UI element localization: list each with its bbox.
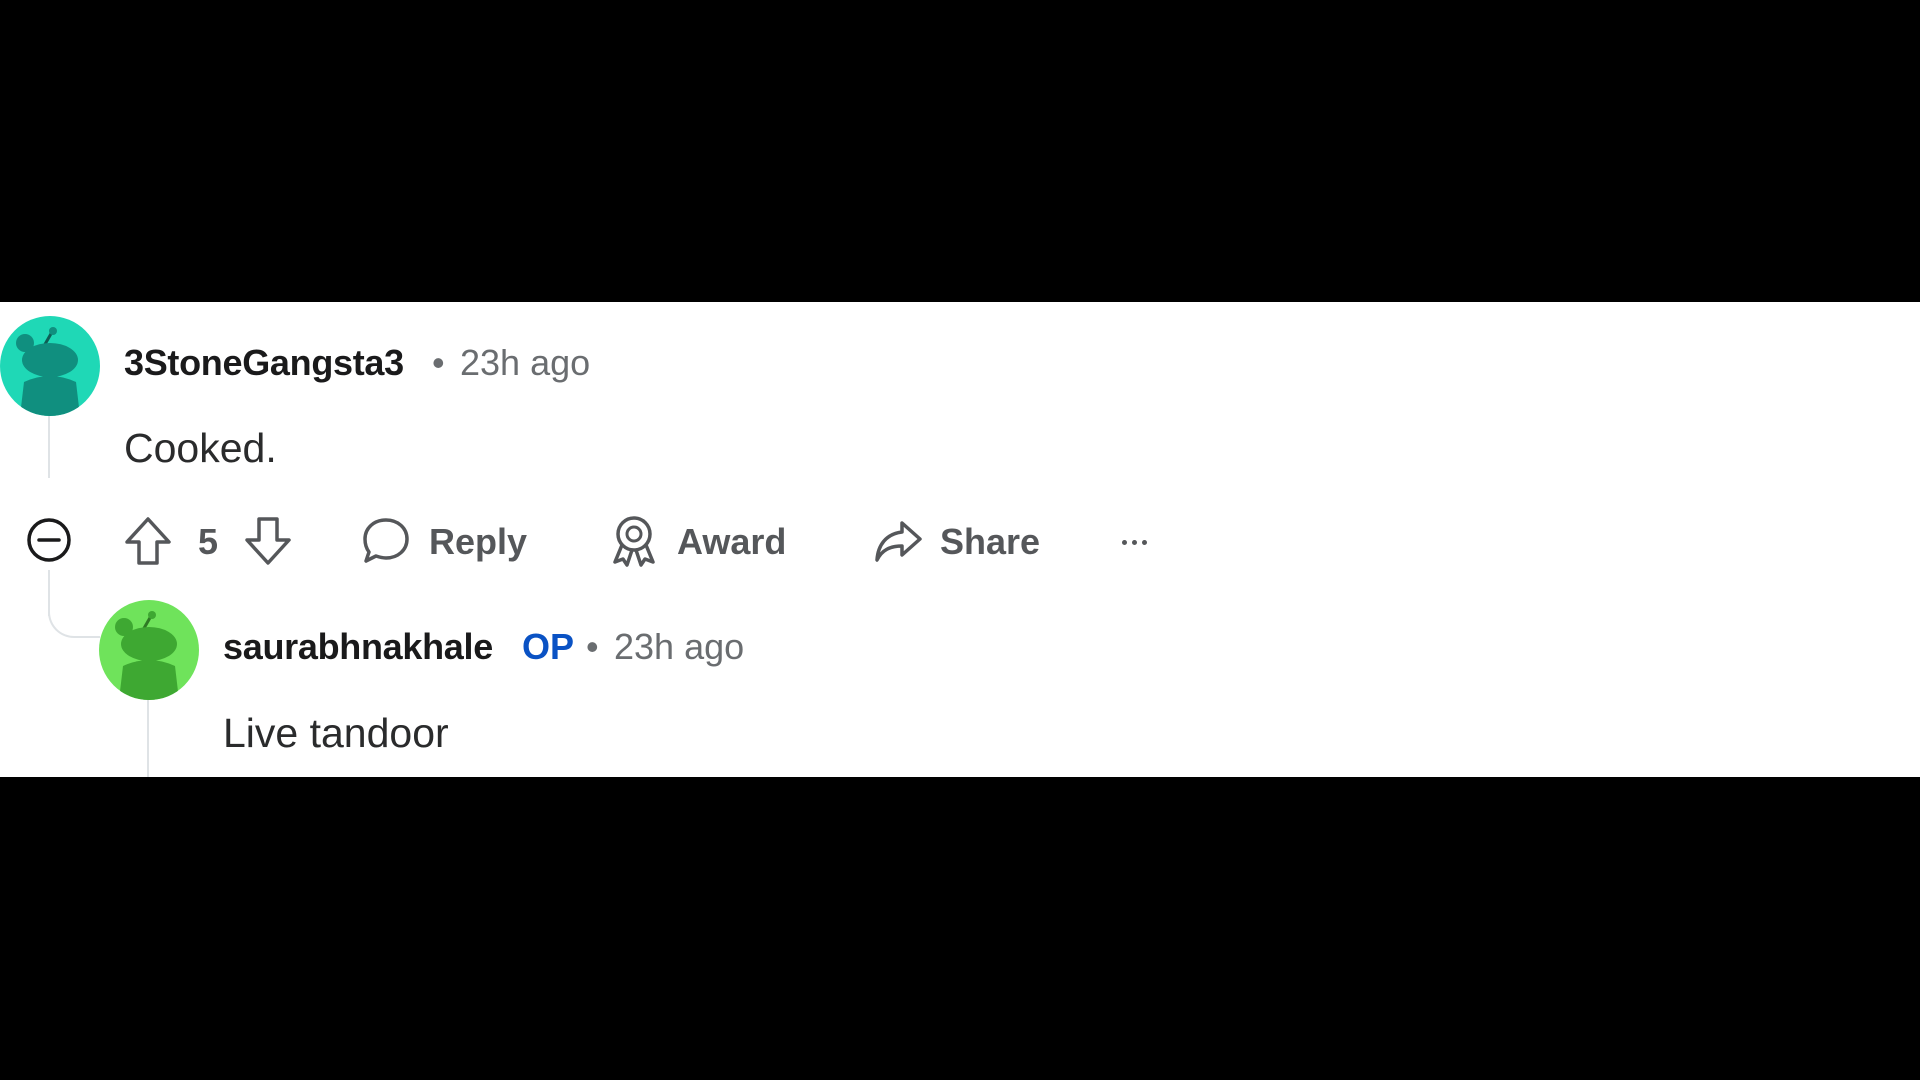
ellipsis-icon-dot xyxy=(1142,540,1147,545)
reply-label: Reply xyxy=(429,521,528,562)
downvote-icon[interactable] xyxy=(243,515,293,567)
op-badge: OP xyxy=(522,626,575,667)
comment-author[interactable]: 3StoneGangsta3 xyxy=(124,345,404,381)
award-button[interactable]: Award xyxy=(604,508,794,574)
reddit-snoo-avatar-icon xyxy=(16,327,80,416)
ellipsis-icon-dot xyxy=(1122,540,1127,545)
reply-button[interactable]: Reply xyxy=(356,508,536,574)
meta-separator: • xyxy=(586,626,599,667)
comment-bubble-icon xyxy=(363,518,409,563)
reply-body: Live tandoor xyxy=(223,710,449,756)
award-label: Award xyxy=(677,521,787,562)
award-icon xyxy=(613,516,655,567)
share-label: Share xyxy=(940,521,1041,562)
comment-thread: 3StoneGangsta3 • 23h ago Cooked. 5 Reply… xyxy=(0,302,1920,777)
minus-circle-icon[interactable] xyxy=(25,516,73,564)
share-arrow-icon xyxy=(875,521,922,562)
reply-author[interactable]: saurabhnakhale xyxy=(223,629,493,665)
reply-timestamp[interactable]: 23h ago xyxy=(614,629,744,665)
upvote-icon[interactable] xyxy=(123,515,173,567)
ellipsis-icon-dot xyxy=(1132,540,1137,545)
vote-score: 5 xyxy=(198,521,219,562)
share-button[interactable]: Share xyxy=(868,508,1048,574)
thread-line-reply[interactable] xyxy=(147,700,149,777)
meta-separator: • xyxy=(432,342,445,383)
comment-body: Cooked. xyxy=(124,425,277,471)
avatar[interactable] xyxy=(0,316,100,416)
comment-timestamp[interactable]: 23h ago xyxy=(460,345,590,381)
more-options-button[interactable] xyxy=(1114,522,1166,562)
thread-line-curve xyxy=(48,598,100,638)
reply-avatar[interactable] xyxy=(99,600,199,700)
reddit-snoo-avatar-icon xyxy=(115,611,179,700)
